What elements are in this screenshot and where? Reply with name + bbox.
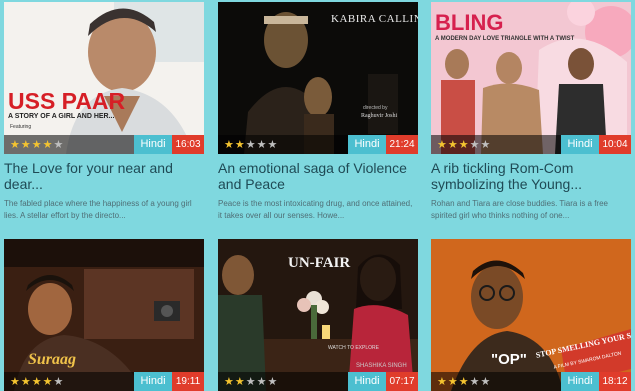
duration-badge: 10:04 [599, 135, 631, 154]
language-badge: Hindi [561, 372, 599, 391]
poster-credit-name: SHASHIKA SINGH [356, 363, 407, 369]
video-poster[interactable]: "OP" STOP SMELLING YOUR SOCKS A FILM BY … [431, 239, 631, 391]
star-icon: ★ [469, 138, 481, 151]
poster-image [4, 2, 204, 154]
star-icon: ★ [31, 375, 43, 388]
star-icon: ★ [458, 138, 470, 151]
language-badge: Hindi [134, 372, 172, 391]
poster-credit: Featuring [10, 124, 32, 130]
poster-headline: BLING [435, 10, 504, 35]
star-icon: ★ [267, 138, 279, 151]
star-icon: ★ [42, 138, 54, 151]
video-poster[interactable]: KABIRA CALLING directed by Raghuvir Josh… [218, 2, 418, 154]
poster-headline: "OP" [491, 351, 527, 368]
duration-badge: 16:03 [172, 135, 204, 154]
video-card[interactable]: UN-FAIR WATCH TO EXPLORE SHASHIKA SINGH … [218, 239, 418, 391]
poster-tagline: A MODERN DAY LOVE TRIANGLE WITH A TWIST [435, 36, 575, 42]
duration-badge: 19:11 [172, 372, 204, 391]
video-poster[interactable]: USS PAAR A STORY OF A GIRL AND HER... Fe… [4, 2, 204, 154]
star-icon: ★ [10, 138, 21, 151]
duration-badge: 07:17 [386, 372, 418, 391]
language-badge: Hindi [348, 372, 386, 391]
duration-badge: 21:24 [386, 135, 418, 154]
star-icon: ★ [224, 138, 235, 151]
video-poster[interactable]: UN-FAIR WATCH TO EXPLORE SHASHIKA SINGH … [218, 239, 418, 391]
poster-credit-name: Raghuvir Joshi [361, 113, 398, 119]
video-card[interactable]: Suraag ★★★★★ Hindi 19:11 [4, 239, 204, 391]
star-icon: ★ [31, 138, 43, 151]
video-title[interactable]: The Love for your near and dear... [4, 160, 204, 192]
video-card[interactable]: USS PAAR A STORY OF A GIRL AND HER... Fe… [4, 2, 204, 222]
star-icon: ★ [245, 375, 257, 388]
video-card[interactable]: "OP" STOP SMELLING YOUR SOCKS A FILM BY … [431, 239, 631, 391]
star-icon: ★ [447, 138, 459, 151]
star-icon: ★ [437, 138, 448, 151]
video-card[interactable]: KABIRA CALLING directed by Raghuvir Josh… [218, 2, 418, 222]
star-icon: ★ [234, 375, 246, 388]
star-icon: ★ [224, 375, 235, 388]
rating-stars: ★★★★★ [218, 135, 348, 154]
star-icon: ★ [256, 375, 268, 388]
poster-headline: USS PAAR [8, 88, 126, 114]
rating-stars: ★★★★★ [431, 372, 561, 391]
duration-badge: 18:12 [599, 372, 631, 391]
poster-credit: directed by [363, 105, 388, 111]
star-icon: ★ [20, 375, 32, 388]
poster-headline: KABIRA CALLING [331, 13, 418, 25]
poster-image [431, 239, 631, 391]
video-title[interactable]: A rib tickling Rom-Com symbolizing the Y… [431, 160, 631, 192]
video-card[interactable]: BLING A MODERN DAY LOVE TRIANGLE WITH A … [431, 2, 631, 222]
star-icon: ★ [256, 138, 268, 151]
star-icon: ★ [480, 138, 492, 151]
video-description: Peace is the most intoxicating drug, and… [218, 199, 413, 220]
video-title[interactable]: An emotional saga of Violence and Peace [218, 160, 418, 192]
star-icon: ★ [53, 138, 65, 151]
star-icon: ★ [42, 375, 54, 388]
star-icon: ★ [437, 375, 448, 388]
poster-headline: UN-FAIR [288, 255, 351, 271]
star-icon: ★ [53, 375, 65, 388]
rating-stars: ★★★★★ [218, 372, 348, 391]
star-icon: ★ [10, 375, 21, 388]
poster-tagline: A STORY OF A GIRL AND HER... [8, 113, 115, 120]
star-icon: ★ [447, 375, 459, 388]
star-icon: ★ [480, 375, 492, 388]
star-icon: ★ [458, 375, 470, 388]
star-icon: ★ [20, 138, 32, 151]
video-description: Rohan and Tiara are close buddies. Tiara… [431, 199, 608, 220]
video-description: The fabled place where the happiness of … [4, 199, 192, 220]
star-icon: ★ [469, 375, 481, 388]
poster-headline: Suraag [28, 351, 77, 368]
language-badge: Hindi [134, 135, 172, 154]
rating-stars: ★★★★★ [431, 135, 561, 154]
poster-tagline: WATCH TO EXPLORE [328, 345, 379, 351]
star-icon: ★ [267, 375, 279, 388]
rating-stars: ★★★★★ [4, 135, 134, 154]
video-poster[interactable]: BLING A MODERN DAY LOVE TRIANGLE WITH A … [431, 2, 631, 154]
rating-stars: ★★★★★ [4, 372, 134, 391]
star-icon: ★ [245, 138, 257, 151]
star-icon: ★ [234, 138, 246, 151]
language-badge: Hindi [348, 135, 386, 154]
language-badge: Hindi [561, 135, 599, 154]
video-poster[interactable]: Suraag ★★★★★ Hindi 19:11 [4, 239, 204, 391]
